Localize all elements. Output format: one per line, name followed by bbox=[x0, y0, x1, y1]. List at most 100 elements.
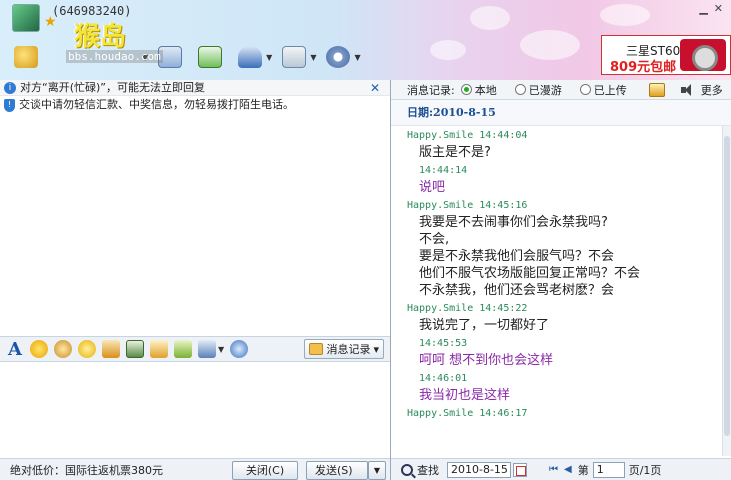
camera-product-icon bbox=[680, 39, 726, 71]
radio-button[interactable] bbox=[579, 84, 591, 95]
message-body: 我要是不去闹事你们会永禁我吗? 不会, 要是不永禁我他们会服气吗？不会 他们不服… bbox=[419, 215, 641, 298]
radio-button[interactable] bbox=[514, 84, 526, 95]
scroll-thumb[interactable] bbox=[724, 136, 730, 436]
chevron-down-icon[interactable]: ▼ bbox=[218, 345, 224, 354]
message-body: 呵呵 想不到你也会这样 bbox=[419, 353, 554, 368]
radio-roaming[interactable]: 已漫游 bbox=[514, 82, 562, 98]
logo-url: bbs.houdao.com bbox=[66, 50, 163, 63]
security-notice-text: 交谈中请勿轻信汇款、中奖信息，勿轻易拨打陌生电话。 bbox=[19, 98, 294, 111]
message-header: 14:45:53 bbox=[419, 338, 468, 349]
cards-icon bbox=[282, 46, 307, 68]
close-window-icon[interactable]: ✕ bbox=[714, 2, 723, 15]
search-icon[interactable] bbox=[401, 463, 413, 476]
page-total: 页/1页 bbox=[628, 463, 662, 477]
speaker-icon[interactable] bbox=[680, 83, 695, 96]
font-button[interactable]: A bbox=[6, 339, 24, 360]
main-toolbar: ▼ ▼ ▼ ▼ bbox=[8, 40, 361, 74]
video-call-button[interactable] bbox=[8, 42, 44, 72]
radio-uploaded[interactable]: 已上传 bbox=[579, 82, 627, 98]
more-link[interactable]: 更多 bbox=[701, 82, 723, 98]
book-icon bbox=[309, 343, 324, 355]
message-list[interactable]: Happy.Smile 14:44:04 版主是不是? 14:44:14 说吧 Happ… bbox=[391, 126, 723, 456]
message-header: 14:44:14 bbox=[419, 165, 468, 176]
group-button[interactable] bbox=[232, 42, 268, 72]
message-record-button[interactable]: 消息记录 ▾ bbox=[304, 339, 384, 359]
text-ad-link[interactable]: 绝对低价：国际往返机票380元 bbox=[0, 462, 163, 478]
message-record-pane: 消息记录: 本地 已漫游 已上传 更多 日期:2010-8-15 Happy.S… bbox=[391, 80, 731, 480]
message-header: Happy.Smile 14:45:16 bbox=[407, 200, 528, 211]
message-history-area[interactable] bbox=[0, 114, 390, 336]
image-icon[interactable] bbox=[126, 340, 144, 358]
record-label: 消息记录: bbox=[407, 83, 455, 97]
message-input[interactable] bbox=[0, 362, 390, 458]
decor-petal bbox=[430, 40, 466, 60]
radio-local-label: 本地 bbox=[474, 83, 497, 97]
close-button[interactable]: 关闭(C) bbox=[232, 461, 298, 480]
message-body: 说吧 bbox=[419, 180, 446, 195]
message-header: Happy.Smile 14:44:04 bbox=[407, 130, 528, 141]
decor-petal bbox=[470, 6, 510, 30]
camera-icon bbox=[14, 46, 38, 68]
bottom-bar: 绝对低价：国际往返机票380元 关闭(C) 发送(S) ▼ bbox=[0, 458, 390, 480]
message-body: 我当初也是这样 bbox=[419, 388, 511, 403]
chevron-down-icon[interactable]: ▼ bbox=[354, 53, 360, 62]
input-toolbar: A ▼ 消息记录 ▾ bbox=[0, 336, 390, 362]
export-icon[interactable] bbox=[648, 82, 665, 97]
add-icon bbox=[198, 46, 223, 68]
contact-avatar[interactable] bbox=[12, 4, 40, 32]
screenshot-icon[interactable] bbox=[198, 340, 216, 358]
radio-button[interactable] bbox=[460, 84, 472, 95]
message-header: 14:46:01 bbox=[419, 373, 468, 384]
ad-price: 809元包邮 bbox=[610, 60, 677, 75]
logo-text: 猴岛 bbox=[74, 22, 127, 52]
radio-uploaded-label: 已上传 bbox=[593, 83, 627, 97]
radio-roaming-label: 已漫游 bbox=[528, 83, 562, 97]
date-field[interactable]: 2010-8-15 bbox=[447, 461, 511, 478]
status-notice: i 对方“离开(忙碌)”，可能无法立即回复 ✕ bbox=[0, 80, 390, 96]
page-prefix: 第 bbox=[577, 463, 589, 477]
settings-button[interactable] bbox=[320, 42, 356, 72]
chevron-down-icon: ▾ bbox=[373, 342, 379, 356]
chevron-down-icon[interactable]: ▼ bbox=[310, 53, 316, 62]
chat-pane: i 对方“离开(忙碌)”，可能无法立即回复 ✕ ! 交谈中请勿轻信汇款、中奖信息… bbox=[0, 80, 391, 480]
info-icon: i bbox=[4, 81, 16, 94]
chat-window-header: ★ (646983240) ▁ ✕ ▼ ▼ ▼ ▼ 猴岛 bbs.houdao.… bbox=[0, 0, 731, 80]
radio-local[interactable]: 本地 bbox=[460, 82, 497, 98]
find-label[interactable]: 查找 bbox=[417, 462, 439, 478]
people-icon bbox=[238, 46, 263, 68]
close-icon[interactable]: ✕ bbox=[370, 80, 380, 96]
add-app-button[interactable] bbox=[192, 42, 228, 72]
message-header: Happy.Smile 14:45:22 bbox=[407, 303, 528, 314]
send-options-button[interactable]: ▼ bbox=[368, 461, 386, 480]
decor-petal bbox=[600, 4, 650, 26]
decor-petal bbox=[520, 30, 580, 60]
message-body: 我说完了，一切都好了 bbox=[419, 318, 550, 333]
doodle-icon[interactable] bbox=[102, 340, 120, 358]
music-icon[interactable] bbox=[150, 340, 168, 358]
status-notice-text: 对方“离开(忙碌)”，可能无法立即回复 bbox=[20, 80, 205, 94]
shield-icon: ! bbox=[4, 98, 15, 112]
magic-face-icon[interactable] bbox=[54, 340, 72, 358]
page-nav[interactable]: ⏮◀ bbox=[549, 464, 578, 475]
page-number-input[interactable]: 1 bbox=[592, 461, 625, 478]
scrollbar[interactable] bbox=[722, 126, 731, 456]
gear-icon bbox=[326, 46, 351, 68]
emoji-icon[interactable] bbox=[30, 340, 48, 358]
record-source-bar: 消息记录: 本地 已漫游 已上传 更多 bbox=[391, 80, 731, 100]
find-bar: 查找 2010-8-15 ⏮◀ 第 1 页/1页 bbox=[391, 458, 731, 480]
calendar-icon[interactable] bbox=[513, 462, 527, 477]
apps-button[interactable] bbox=[276, 42, 312, 72]
history-date: 日期:2010-8-15 bbox=[391, 100, 731, 126]
send-button[interactable]: 发送(S) bbox=[306, 461, 368, 480]
minimize-icon[interactable]: ▁ bbox=[699, 2, 707, 15]
gift-icon[interactable] bbox=[174, 340, 192, 358]
window-controls: ▁ ✕ bbox=[691, 0, 731, 17]
remote-assist-icon[interactable] bbox=[230, 340, 249, 358]
message-body: 版主是不是? bbox=[419, 145, 491, 160]
banner-ad[interactable]: 三星ST60 809元包邮 bbox=[601, 35, 731, 75]
message-header: Happy.Smile 14:46:17 bbox=[407, 408, 528, 419]
security-notice: ! 交谈中请勿轻信汇款、中奖信息，勿轻易拨打陌生电话。 bbox=[0, 96, 390, 114]
shake-icon[interactable] bbox=[78, 340, 96, 358]
site-logo: 猴岛 bbs.houdao.com bbox=[66, 16, 163, 63]
chevron-down-icon[interactable]: ▼ bbox=[266, 53, 272, 62]
